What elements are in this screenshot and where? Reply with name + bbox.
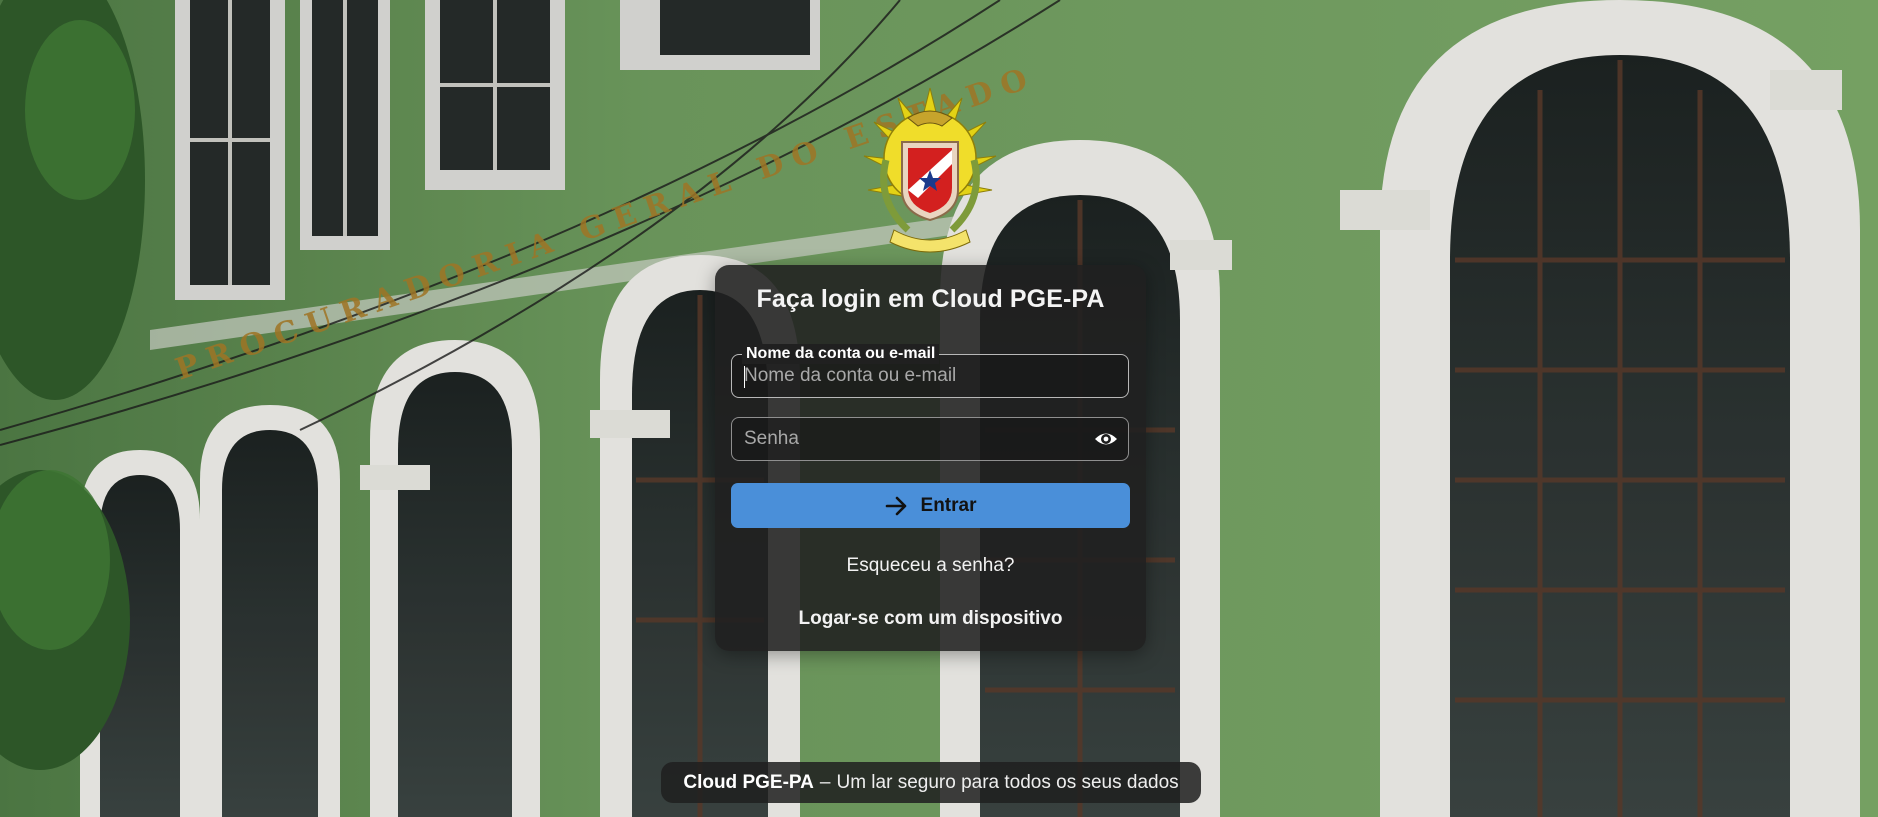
- eye-icon[interactable]: [1094, 428, 1118, 450]
- device-login-link[interactable]: Logar-se com um dispositivo: [715, 608, 1146, 630]
- footer-separator: –: [819, 771, 831, 793]
- forgot-password-link[interactable]: Esqueceu a senha?: [715, 555, 1146, 577]
- login-page: PROCURADORIA GERAL DO ESTADO Faça login …: [0, 0, 1878, 817]
- username-field[interactable]: Nome da conta ou e-mail: [731, 344, 1129, 398]
- para-coat-of-arms-logo: [863, 87, 997, 253]
- footer-tagline: Cloud PGE-PA – Um lar seguro para todos …: [661, 762, 1201, 803]
- login-submit-label: Entrar: [920, 494, 977, 516]
- password-input[interactable]: [744, 418, 1074, 460]
- password-field[interactable]: [731, 417, 1129, 461]
- footer-brand: Cloud PGE-PA: [683, 771, 814, 793]
- username-input[interactable]: [744, 355, 1074, 397]
- arrow-right-icon: [885, 496, 906, 515]
- footer-tagline-text: Um lar seguro para todos os seus dados: [836, 771, 1179, 793]
- login-card: Faça login em Cloud PGE-PA Nome da conta…: [715, 265, 1146, 651]
- text-caret: [744, 366, 745, 388]
- login-title: Faça login em Cloud PGE-PA: [756, 285, 1105, 313]
- login-submit-button[interactable]: Entrar: [731, 483, 1130, 528]
